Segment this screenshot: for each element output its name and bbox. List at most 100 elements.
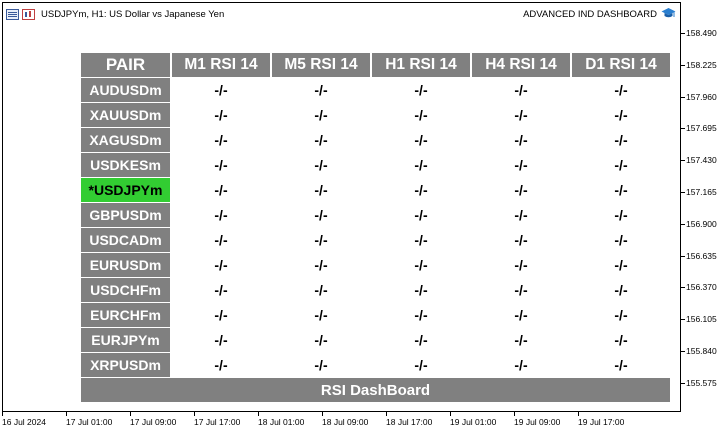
pair-button[interactable]: XAGUSDm xyxy=(81,128,170,152)
dashboard-footer: RSI DashBoard xyxy=(81,378,670,402)
rsi-value: -/- xyxy=(414,357,428,373)
price-tick xyxy=(681,287,685,289)
price-tick xyxy=(681,192,685,193)
pair-button[interactable]: USDCHFm xyxy=(81,278,170,302)
rsi-value: -/- xyxy=(514,232,528,248)
rsi-value: -/- xyxy=(614,257,628,273)
time-label: 19 Jul 01:00 xyxy=(450,417,497,427)
pair-button[interactable]: GBPUSDm xyxy=(81,203,170,227)
rsi-value: -/- xyxy=(414,107,428,123)
rsi-value: -/- xyxy=(214,357,228,373)
pair-button[interactable]: EURUSDm xyxy=(81,253,170,277)
rsi-value: -/- xyxy=(414,207,428,223)
rsi-value: -/- xyxy=(214,232,228,248)
pair-button[interactable]: AUDUSDm xyxy=(81,78,170,102)
rsi-value: -/- xyxy=(614,157,628,173)
header-timeframe: H4 RSI 14 xyxy=(472,53,570,77)
chart-menu-icon[interactable] xyxy=(6,8,19,20)
rsi-value: -/- xyxy=(314,232,328,248)
price-label: 156.635 xyxy=(686,250,717,261)
time-tick xyxy=(578,412,579,416)
rsi-value: -/- xyxy=(414,82,428,98)
rsi-value: -/- xyxy=(414,232,428,248)
price-tick xyxy=(681,319,685,321)
rsi-value: -/- xyxy=(514,157,528,173)
rsi-value: -/- xyxy=(314,332,328,348)
rsi-value: -/- xyxy=(214,307,228,323)
price-label: 157.695 xyxy=(686,123,717,134)
price-label: 158.490 xyxy=(686,28,717,38)
price-axis[interactable]: 158.490 158.225 157.960 157.695 157.430 157.1… xyxy=(681,2,727,412)
price-label: 155.840 xyxy=(686,346,717,356)
rsi-value: -/- xyxy=(514,257,528,273)
price-tick xyxy=(681,64,685,66)
rsi-value: -/- xyxy=(414,332,428,348)
rsi-value: -/- xyxy=(414,307,428,323)
pair-button[interactable]: EURCHFm xyxy=(81,303,170,327)
rsi-value: -/- xyxy=(314,307,328,323)
rsi-value: -/- xyxy=(414,257,428,273)
time-tick xyxy=(386,412,387,416)
rsi-value: -/- xyxy=(414,282,428,298)
price-label: 158.225 xyxy=(686,59,717,70)
time-label: 18 Jul 01:00 xyxy=(258,417,305,427)
price-label: 157.430 xyxy=(686,155,717,166)
rsi-value: -/- xyxy=(614,207,628,223)
price-tick xyxy=(681,160,685,162)
pair-button[interactable]: USDKESm xyxy=(81,153,170,177)
rsi-value: -/- xyxy=(614,232,628,248)
time-label: 17 Jul 17:00 xyxy=(194,417,241,427)
pair-button[interactable]: XAUUSDm xyxy=(81,103,170,127)
pair-button[interactable]: USDCADm xyxy=(81,228,170,252)
rsi-value: -/- xyxy=(414,182,428,198)
rsi-value: -/- xyxy=(614,282,628,298)
rsi-value: -/- xyxy=(514,332,528,348)
rsi-value: -/- xyxy=(614,182,628,198)
price-tick xyxy=(681,255,685,257)
header-pair: PAIR xyxy=(81,53,170,77)
rsi-value: -/- xyxy=(214,157,228,173)
rsi-value: -/- xyxy=(314,132,328,148)
header-timeframe: M1 RSI 14 xyxy=(172,53,270,77)
pair-button[interactable]: *USDJPYm xyxy=(81,178,170,202)
rsi-value: -/- xyxy=(614,107,628,123)
rsi-value: -/- xyxy=(414,157,428,173)
rsi-value: -/- xyxy=(314,82,328,98)
rsi-value: -/- xyxy=(614,82,628,98)
rsi-value: -/- xyxy=(214,107,228,123)
time-tick xyxy=(194,412,195,416)
price-label: 156.370 xyxy=(686,282,717,293)
graduation-cap-icon[interactable] xyxy=(661,7,676,22)
price-tick xyxy=(681,351,685,352)
rsi-value: -/- xyxy=(614,132,628,148)
pair-button[interactable]: XRPUSDm xyxy=(81,353,170,377)
rsi-value: -/- xyxy=(214,82,228,98)
rsi-value: -/- xyxy=(614,357,628,373)
time-tick xyxy=(2,412,3,416)
rsi-value: -/- xyxy=(614,307,628,323)
time-tick xyxy=(130,412,131,416)
time-label: 17 Jul 01:00 xyxy=(66,417,113,427)
price-label: 156.105 xyxy=(686,314,717,325)
price-tick xyxy=(681,223,685,225)
price-label: 155.575 xyxy=(686,377,717,388)
rsi-value: -/- xyxy=(314,157,328,173)
pair-button[interactable]: EURJPYm xyxy=(81,328,170,352)
time-axis[interactable]: 16 Jul 2024 17 Jul 01:00 17 Jul 09:00 17 Ju… xyxy=(0,412,681,433)
rsi-value: -/- xyxy=(214,207,228,223)
header-timeframe: M5 RSI 14 xyxy=(272,53,370,77)
time-tick xyxy=(450,412,451,416)
rsi-value: -/- xyxy=(314,282,328,298)
chart-title-bar: USDJPYm, H1: US Dollar vs Japanese Yen xyxy=(6,7,224,21)
price-label: 156.900 xyxy=(686,218,717,229)
expert-advisor-label: ADVANCED IND DASHBOARD xyxy=(523,7,676,21)
time-tick xyxy=(66,412,67,416)
rsi-value: -/- xyxy=(314,257,328,273)
time-label: 19 Jul 09:00 xyxy=(514,417,561,427)
price-tick xyxy=(681,96,685,98)
chart-type-icon[interactable] xyxy=(22,8,35,20)
price-tick xyxy=(681,128,685,130)
rsi-value: -/- xyxy=(314,357,328,373)
header-timeframe: H1 RSI 14 xyxy=(372,53,470,77)
time-label: 18 Jul 09:00 xyxy=(322,417,369,427)
